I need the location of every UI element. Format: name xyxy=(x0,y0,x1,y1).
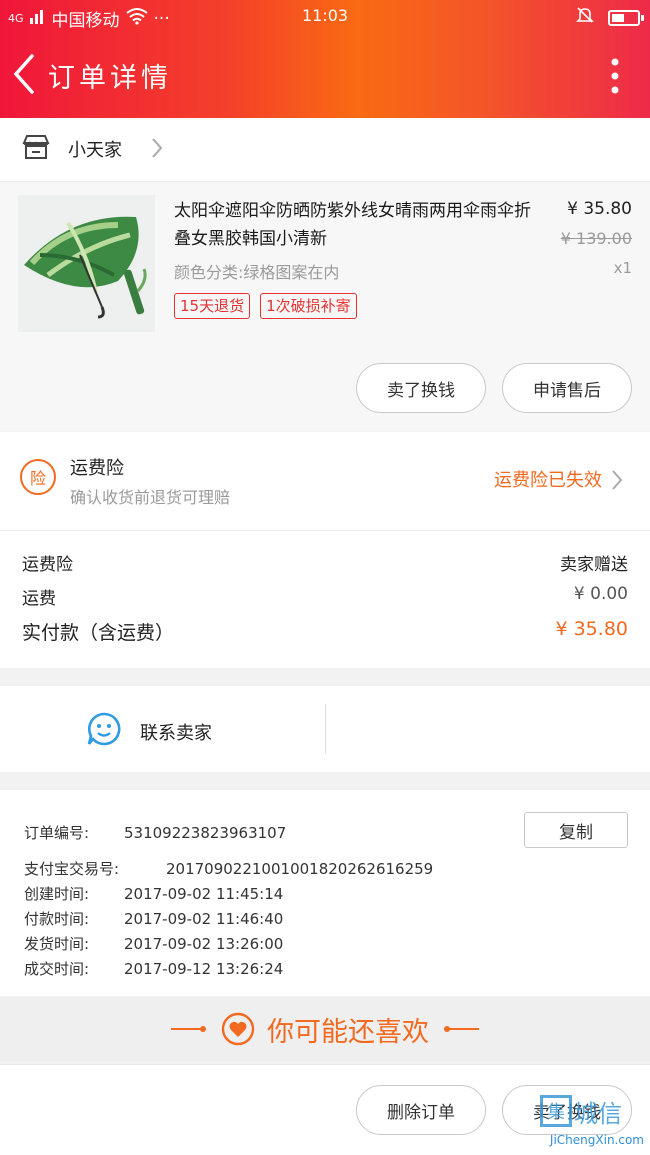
order-info: 订单编号: 53109223823963107 复制 支付宝交易号: 2017090… xyxy=(0,790,650,996)
insurance-subtitle: 确认收货前退货可理赔 xyxy=(70,488,231,507)
product-quantity: x1 xyxy=(613,259,632,277)
copy-button[interactable]: 复制 xyxy=(524,812,628,848)
order-number-row: 订单编号: 53109223823963107 xyxy=(24,822,286,843)
meta-value: 53109223823963107 xyxy=(124,824,287,842)
fee-row: 运费险 卖家赠送 xyxy=(22,550,628,575)
total-row: 实付款（含运费） ¥ 35.80 xyxy=(22,618,628,645)
original-price: ¥ 139.00 xyxy=(560,229,632,248)
dash-right-icon xyxy=(444,1026,479,1032)
contact-bar: 联系卖家 xyxy=(0,686,650,772)
total-value: ¥ 35.80 xyxy=(555,618,628,640)
divider xyxy=(325,704,326,754)
divider xyxy=(0,530,650,531)
shop-icon xyxy=(22,134,50,164)
meta-label: 创建时间: xyxy=(24,885,90,903)
product-title[interactable]: 太阳伞遮阳伞防晒防紫外线女晴雨两用伞雨伞折叠女黑胶韩国小清新 xyxy=(174,197,546,253)
chevron-right-icon xyxy=(150,136,164,164)
meta-label: 支付宝交易号: xyxy=(24,860,120,878)
insurance-title: 运费险 xyxy=(70,458,124,479)
total-label: 实付款（含运费） xyxy=(22,622,175,644)
contact-seller-button[interactable]: 联系卖家 xyxy=(140,719,212,745)
more-vertical-icon xyxy=(611,58,619,94)
product-sku: 颜色分类:绿格图案在内 xyxy=(174,263,340,282)
recommend-title: 你可能还喜欢 xyxy=(267,1016,429,1048)
chat-icon[interactable] xyxy=(86,711,122,751)
app-header: 订单详情 xyxy=(0,34,650,118)
fee-value: 卖家赠送 xyxy=(560,555,628,575)
watermark-url: JiChengXin.com xyxy=(549,1133,644,1147)
recommend-header: 你可能还喜欢 xyxy=(0,997,650,1061)
resell-button[interactable]: 卖了换钱 xyxy=(356,363,486,413)
status-time: 11:03 xyxy=(301,6,349,25)
back-button[interactable] xyxy=(10,52,40,96)
status-bar: 4G 中国移动 ··· 11:03 xyxy=(0,0,650,34)
fee-section: 险 运费险 确认收货前退货可理赔 运费险已失效 运费险 卖家赠送 运费 ¥ 0.… xyxy=(0,432,650,668)
tag-return: 15天退货 xyxy=(174,293,251,319)
tag-damage: 1次破损补寄 xyxy=(260,293,357,319)
page-title: 订单详情 xyxy=(48,63,172,94)
paid-row: 付款时间: 2017-09-02 11:46:40 xyxy=(24,908,283,929)
meta-label: 成交时间: xyxy=(24,960,90,978)
meta-value: 2017-09-12 13:26:24 xyxy=(124,960,284,978)
shop-row[interactable]: 小天家 xyxy=(0,118,650,182)
chevron-right-icon xyxy=(610,468,624,496)
watermark-logo: 集 城信 xyxy=(540,1091,642,1131)
watermark-brand: 城信 xyxy=(574,1099,622,1128)
heart-icon xyxy=(221,1012,255,1046)
created-row: 创建时间: 2017-09-02 11:45:14 xyxy=(24,883,283,904)
meta-value: 2017-09-02 13:26:00 xyxy=(124,935,284,953)
fee-row: 运费 ¥ 0.00 xyxy=(22,584,628,609)
battery-icon xyxy=(608,9,644,26)
meta-label: 发货时间: xyxy=(24,935,90,953)
product-price: ¥ 35.80 xyxy=(567,199,632,219)
umbrella-image xyxy=(18,195,155,332)
fee-label: 运费 xyxy=(22,589,56,609)
order-item[interactable]: 太阳伞遮阳伞防晒防紫外线女晴雨两用伞雨伞折叠女黑胶韩国小清新 颜色分类:绿格图案… xyxy=(0,183,650,431)
product-thumbnail[interactable] xyxy=(18,195,155,332)
meta-value: 2017-09-02 11:45:14 xyxy=(124,885,284,903)
meta-label: 订单编号: xyxy=(24,824,90,842)
service-tags: 15天退货 1次破损补寄 xyxy=(174,293,357,319)
fee-label: 运费险 xyxy=(22,555,73,575)
shop-name: 小天家 xyxy=(68,140,122,161)
completed-row: 成交时间: 2017-09-12 13:26:24 xyxy=(24,958,283,979)
bottom-action-bar: 删除订单 卖了换钱 集 城信 JiChengXin.com xyxy=(0,1064,650,1155)
after-sale-button[interactable]: 申请售后 xyxy=(502,363,632,413)
fee-value: ¥ 0.00 xyxy=(573,584,628,604)
alipay-row: 支付宝交易号: 2017090221001001820262616259 xyxy=(24,858,433,879)
delete-order-button[interactable]: 删除订单 xyxy=(356,1085,486,1135)
mute-icon xyxy=(576,6,594,29)
more-button[interactable] xyxy=(610,58,620,94)
meta-label: 付款时间: xyxy=(24,910,90,928)
insurance-status[interactable]: 运费险已失效 xyxy=(494,466,602,492)
chevron-left-icon xyxy=(13,54,34,94)
insurance-icon: 险 xyxy=(20,459,56,495)
meta-value: 2017090221001001820262616259 xyxy=(166,860,434,878)
watermark-box: 集 xyxy=(540,1095,572,1127)
dash-left-icon xyxy=(171,1026,206,1032)
meta-value: 2017-09-02 11:46:40 xyxy=(124,910,284,928)
shipped-row: 发货时间: 2017-09-02 13:26:00 xyxy=(24,933,283,954)
